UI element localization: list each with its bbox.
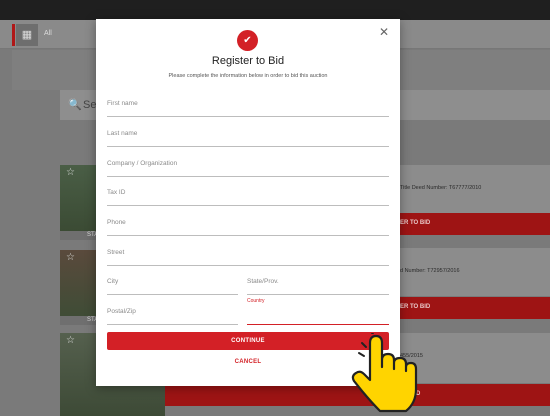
tab-accent xyxy=(12,24,15,46)
favorite-star-icon[interactable]: ☆ xyxy=(66,167,75,178)
country-select[interactable]: Country xyxy=(247,298,389,325)
company-field[interactable]: Company / Organization xyxy=(107,155,389,177)
modal-subtitle: Please complete the information below in… xyxy=(168,73,328,79)
state-placeholder: State/Prov. xyxy=(247,278,279,285)
favorite-star-icon[interactable]: ☆ xyxy=(66,335,75,346)
tax-id-field[interactable]: Tax ID xyxy=(107,184,389,206)
city-field[interactable]: City xyxy=(107,273,238,295)
phone-field[interactable]: Phone xyxy=(107,214,389,236)
street-placeholder: Street xyxy=(107,249,125,256)
tax-id-placeholder: Tax ID xyxy=(107,189,126,196)
tab-all[interactable]: All xyxy=(44,30,52,37)
register-modal: ✕ ✔ Register to Bid Please complete the … xyxy=(96,19,400,386)
city-placeholder: City xyxy=(107,278,119,285)
postal-placeholder: Postal/Zip xyxy=(107,308,136,315)
continue-button[interactable]: CONTINUE xyxy=(107,332,389,350)
listing-info: Title Deed Number: T67777/2010 xyxy=(400,185,482,191)
modal-title: Register to Bid xyxy=(211,55,285,67)
street-field[interactable]: Street xyxy=(107,244,389,266)
search-icon: 🔍 xyxy=(68,99,82,111)
listing-info: d Number: T72957/2016 xyxy=(400,268,460,274)
last-name-placeholder: Last name xyxy=(107,130,138,137)
company-placeholder: Company / Organization xyxy=(107,160,178,167)
shield-check-icon: ✔ xyxy=(237,30,258,51)
hand-pointer-icon xyxy=(351,333,418,413)
search-placeholder: Se xyxy=(83,99,97,111)
top-bar xyxy=(0,0,550,20)
close-icon[interactable]: ✕ xyxy=(379,26,389,38)
first-name-placeholder: First name xyxy=(107,100,138,107)
grid-icon[interactable]: ▦ xyxy=(16,24,38,46)
country-label: Country xyxy=(247,298,265,304)
first-name-field[interactable]: First name xyxy=(107,95,389,117)
postal-field[interactable]: Postal/Zip xyxy=(107,303,238,325)
cancel-button[interactable]: CANCEL xyxy=(107,359,389,365)
last-name-field[interactable]: Last name xyxy=(107,125,389,147)
favorite-star-icon[interactable]: ☆ xyxy=(66,252,75,263)
phone-placeholder: Phone xyxy=(107,219,126,226)
state-field[interactable]: State/Prov. xyxy=(247,273,389,295)
